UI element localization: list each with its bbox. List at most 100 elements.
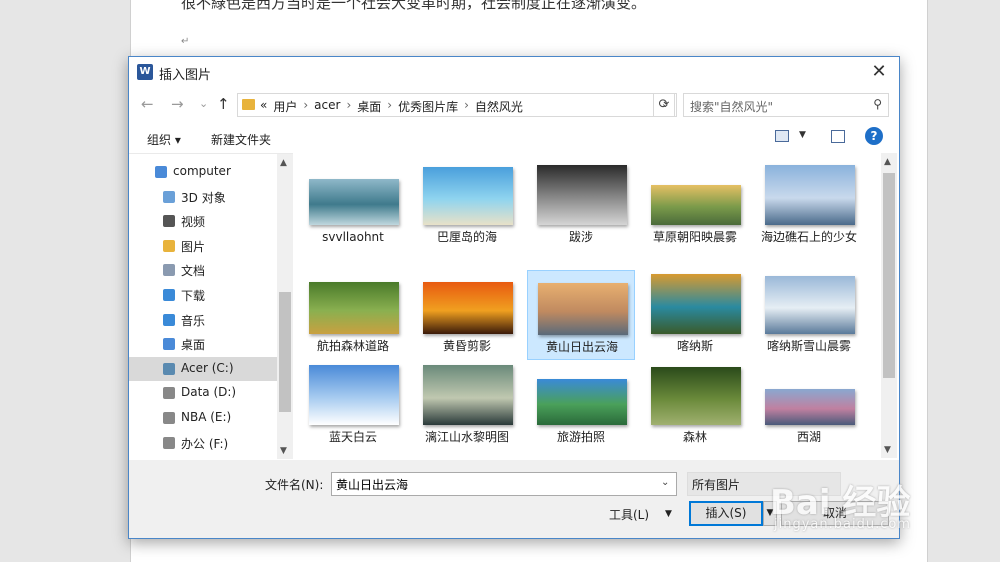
view-options-chevron-icon[interactable]: ▼ xyxy=(799,130,806,140)
document-text: 很不綠色是西方当时是一个社会大变革时期，社会制度正在逐渐演变。 xyxy=(181,0,647,12)
file-scrollbar[interactable]: ▲ ▼ xyxy=(881,153,897,458)
sidebar-item-label: Data (D:) xyxy=(181,385,237,400)
downloads-icon xyxy=(163,289,175,301)
sidebar-item-label: 下载 xyxy=(181,289,206,303)
breadcrumb-desktop[interactable]: 桌面 xyxy=(357,98,381,115)
file-tile[interactable]: 森林 xyxy=(641,361,749,451)
sidebar-item-label: NBA (E:) xyxy=(181,410,232,424)
videos-icon xyxy=(163,215,175,228)
file-scroll-thumb[interactable] xyxy=(883,173,895,378)
chevron-right-icon: › xyxy=(303,98,309,112)
file-tile[interactable]: 漓江山水黎明图 xyxy=(413,361,521,451)
file-tile[interactable]: 海边礁石上的少女 xyxy=(755,161,863,251)
image-thumbnail xyxy=(423,282,513,334)
chevron-right-icon: › xyxy=(346,98,352,112)
image-thumbnail xyxy=(423,365,513,425)
nav-scroll-thumb[interactable] xyxy=(279,292,291,412)
help-icon[interactable]: ? xyxy=(865,127,883,145)
file-tile[interactable]: 蓝天白云 xyxy=(299,361,407,451)
file-tile[interactable]: 黄昏剪影 xyxy=(413,270,521,360)
search-icon[interactable]: ⚲ xyxy=(873,97,882,111)
file-name-label: 跋涉 xyxy=(568,230,593,244)
back-arrow-icon[interactable]: ← xyxy=(141,95,154,113)
scroll-down-icon[interactable]: ▼ xyxy=(280,446,287,456)
file-name-label: 黄昏剪影 xyxy=(442,339,491,353)
documents-icon xyxy=(163,264,175,277)
drive-icon xyxy=(163,362,175,375)
scroll-up-icon[interactable]: ▲ xyxy=(884,157,891,167)
file-tile[interactable]: 喀纳斯 xyxy=(641,270,749,360)
image-thumbnail xyxy=(537,165,627,225)
music-icon xyxy=(163,313,175,326)
sidebar-item[interactable]: computer xyxy=(129,160,277,184)
file-tile[interactable]: 航拍森林道路 xyxy=(299,270,407,360)
breadcrumb-gallery[interactable]: 优秀图片库 xyxy=(398,98,458,115)
file-name-label: 航拍森林道路 xyxy=(316,339,389,353)
sidebar-item[interactable]: 桌面 xyxy=(129,332,277,356)
file-name-label: 漓江山水黎明图 xyxy=(424,430,509,444)
search-placeholder: 搜索"自然风光" xyxy=(690,100,774,114)
image-thumbnail xyxy=(651,274,741,334)
forward-arrow-icon[interactable]: → xyxy=(171,95,184,113)
file-tile[interactable]: svvllaohnt xyxy=(299,161,407,251)
chevron-down-icon[interactable]: ⌄ xyxy=(661,477,669,488)
image-thumbnail xyxy=(309,282,399,334)
file-name-label: 旅游拍照 xyxy=(556,430,605,444)
filename-input[interactable] xyxy=(331,472,677,496)
chevron-right-icon: › xyxy=(387,98,393,112)
baidu-watermark: Bai 经验 jingyan.baidu.com xyxy=(770,455,980,555)
sidebar-item[interactable]: 下载 xyxy=(129,283,277,307)
refresh-icon[interactable]: ⟳ xyxy=(653,93,675,117)
breadcrumb-nature[interactable]: 自然风光 xyxy=(475,98,523,115)
sidebar-item[interactable]: 图片 xyxy=(129,234,277,258)
search-input[interactable]: 搜索"自然风光" ⚲ xyxy=(683,93,889,117)
dialog-title: 插入图片 xyxy=(159,68,212,83)
organize-button[interactable]: 组织 ▾ xyxy=(147,131,181,148)
file-name-label: 森林 xyxy=(682,430,707,444)
file-name-label: 巴厘岛的海 xyxy=(436,230,497,244)
insert-button[interactable]: 插入(S) xyxy=(689,501,763,526)
image-thumbnail xyxy=(309,179,399,225)
sidebar-item[interactable]: 视频 xyxy=(129,209,277,233)
file-tile[interactable]: 跋涉 xyxy=(527,161,635,251)
tools-dropdown-icon[interactable]: ▼ xyxy=(665,509,672,519)
file-tile[interactable]: 喀纳斯雪山晨雾 xyxy=(755,270,863,360)
file-tile[interactable]: 西湖 xyxy=(755,361,863,451)
file-tile[interactable]: 巴厘岛的海 xyxy=(413,161,521,251)
up-arrow-icon[interactable]: ↑ xyxy=(217,95,230,113)
sidebar-item[interactable]: 3D 对象 xyxy=(129,185,277,209)
sidebar-item[interactable]: 音乐 xyxy=(129,308,277,332)
breadcrumb-overflow[interactable]: « xyxy=(260,98,267,115)
sidebar-item[interactable]: Data (D:) xyxy=(129,381,277,405)
navigation-bar: ← → ⌄ ↑ « 用户 › acer › 桌面 › 优秀图片库 › 自然风光 … xyxy=(129,91,899,119)
breadcrumb-acer[interactable]: acer xyxy=(314,98,340,115)
address-bar[interactable]: « 用户 › acer › 桌面 › 优秀图片库 › 自然风光 ⌄ xyxy=(237,93,677,117)
sidebar-item-label: 3D 对象 xyxy=(181,190,226,205)
new-folder-button[interactable]: 新建文件夹 xyxy=(211,131,271,148)
scroll-down-icon[interactable]: ▼ xyxy=(884,445,891,455)
close-button[interactable]: ✕ xyxy=(867,61,891,83)
drive-icon xyxy=(163,387,175,400)
file-name-label: 海边礁石上的少女 xyxy=(760,230,857,244)
file-tile[interactable]: 草原朝阳映晨雾 xyxy=(641,161,749,251)
3d-objects-icon xyxy=(163,190,175,203)
nav-scrollbar[interactable]: ▲ ▼ xyxy=(277,154,293,459)
file-tile[interactable]: 黄山日出云海 xyxy=(527,270,635,360)
breadcrumb-users[interactable]: 用户 xyxy=(273,98,297,115)
sidebar-item[interactable]: NBA (E:) xyxy=(129,406,277,430)
scroll-up-icon[interactable]: ▲ xyxy=(280,158,287,168)
sidebar-item[interactable]: 文档 xyxy=(129,258,277,282)
filename-label: 文件名(N): xyxy=(265,478,324,492)
change-view-icon[interactable] xyxy=(775,130,789,142)
pictures-icon xyxy=(163,239,175,252)
computer-icon xyxy=(155,166,167,178)
sidebar-item[interactable]: Acer (C:) xyxy=(129,356,277,381)
sidebar-item[interactable]: 办公 (F:) xyxy=(129,431,277,455)
recent-locations-icon[interactable]: ⌄ xyxy=(199,97,208,110)
file-tile[interactable]: 旅游拍照 xyxy=(527,361,635,451)
file-name-label: 喀纳斯雪山晨雾 xyxy=(766,339,851,353)
drive-icon xyxy=(163,412,175,424)
tools-button[interactable]: 工具(L) xyxy=(609,506,649,523)
preview-pane-icon[interactable] xyxy=(831,130,845,143)
image-thumbnail xyxy=(765,276,855,334)
